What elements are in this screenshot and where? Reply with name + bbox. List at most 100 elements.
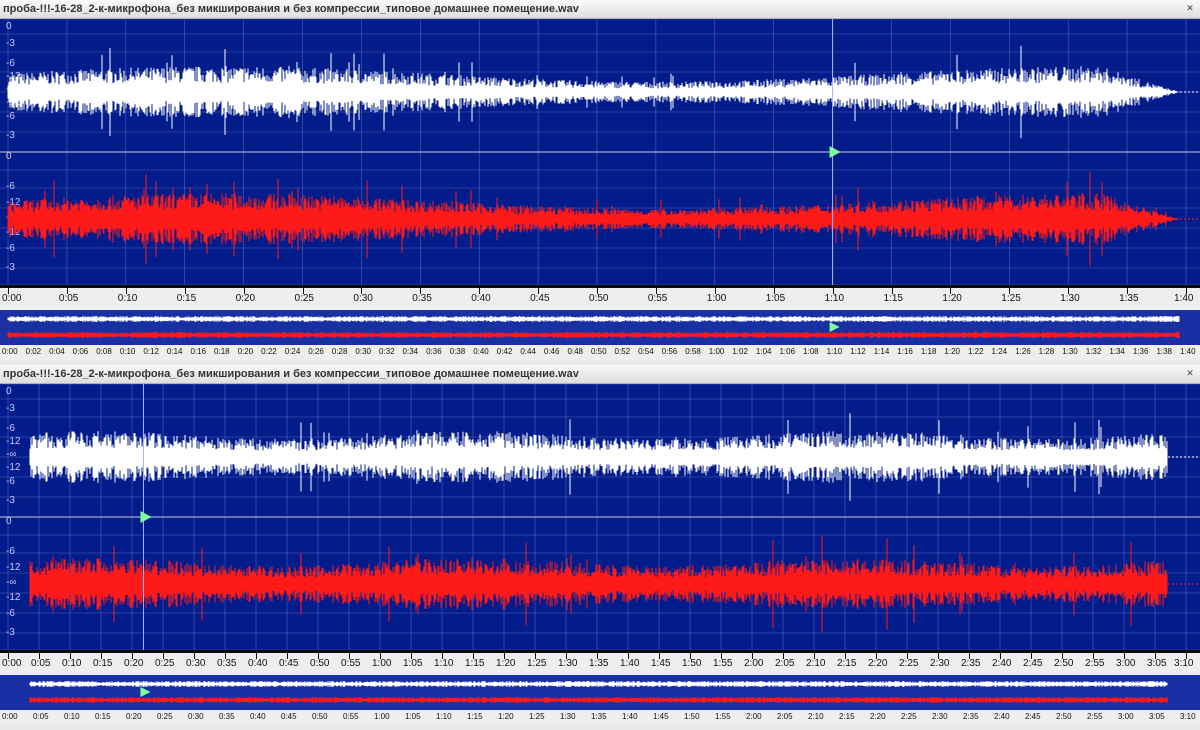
- overview-tick-label: 1:32: [1085, 347, 1102, 356]
- overview-tick-label: 0:24: [284, 347, 301, 356]
- overview-strip[interactable]: [0, 310, 1200, 345]
- overview-tick-label: 0:40: [473, 347, 489, 356]
- db-label: -6: [6, 608, 15, 619]
- db-label: -∞: [6, 577, 16, 588]
- overview-tick-label: 0:04: [49, 347, 65, 356]
- ruler-tick-label: 0:15: [93, 658, 113, 669]
- overview-tick-label: 0:10: [119, 347, 136, 356]
- ruler-tick-label: 1:55: [713, 658, 733, 669]
- db-label: -12: [6, 436, 21, 447]
- overview-tick-label: 0:16: [190, 347, 207, 356]
- overview-tick-label: 1:45: [653, 712, 669, 721]
- db-label: -6: [6, 546, 15, 557]
- db-label: -12: [6, 562, 21, 573]
- waveform-panel-2: проба-!!!-16-28_2-к-микрофона_без микшир…: [0, 365, 1200, 730]
- overview-tick-label: 1:15: [467, 712, 483, 721]
- overview-tick-label: 0:28: [331, 347, 348, 356]
- overview-right-waveform: [29, 697, 1168, 703]
- db-label: 0: [6, 386, 12, 397]
- overview-tick-label: 0:32: [378, 347, 395, 356]
- overview-tick-label: 0:48: [567, 347, 584, 356]
- overview-tick-label: 1:20: [498, 712, 514, 721]
- overview-canvas[interactable]: [0, 310, 1200, 345]
- overview-tick-label: 1:06: [779, 347, 796, 356]
- overview-tick-label: 1:00: [708, 347, 725, 356]
- overview-tick-label: 0:15: [95, 712, 111, 721]
- left-channel-waveform: [29, 413, 1168, 501]
- overview-tick-label: 0:35: [219, 712, 235, 721]
- overview-tick-label: 1:10: [436, 712, 452, 721]
- ruler-tick-label: 1:50: [682, 658, 702, 669]
- waveform-view[interactable]: 0 -3 -6 -12 -∞ -12 -6 -3 0 -6 -12 -∞ -12 -6 -3: [0, 384, 1200, 650]
- file-title: проба-!!!-16-28_2-к-микрофона_без микшир…: [3, 368, 579, 380]
- ruler-tick-label: 0:20: [124, 658, 144, 669]
- db-label: -3: [6, 130, 15, 141]
- overview-tick-label: 0:56: [661, 347, 678, 356]
- ruler-tick-label: 1:35: [1119, 293, 1139, 304]
- overview-tick-label: 0:25: [157, 712, 173, 721]
- waveform-view[interactable]: 0 -3 -6 -12 -∞ -12 -6 -3 0 -6 -12 -∞ -12 -6 -3: [0, 19, 1200, 285]
- overview-playhead-icon: [829, 322, 840, 332]
- close-icon[interactable]: ✕: [1184, 368, 1196, 379]
- overview-tick-label: 0:52: [614, 347, 631, 356]
- ruler-tick-label: 1:25: [1001, 293, 1021, 304]
- db-label: 0: [6, 516, 12, 527]
- ruler-tick-label: 0:10: [117, 293, 138, 304]
- ruler-tick-label: 0:40: [471, 293, 491, 304]
- overview-tick-label: 2:50: [1056, 712, 1072, 721]
- overview-tick-label: 2:55: [1087, 712, 1103, 721]
- time-ruler[interactable]: 0:00 0:05 0:10 0:15 0:20 0:25 0:30 0:35 0:40 0:45…: [0, 653, 1200, 675]
- ruler-tick-label: 3:10: [1174, 658, 1194, 669]
- overview-tick-label: 3:00: [1118, 712, 1134, 721]
- overview-tick-label: 0:26: [308, 347, 324, 356]
- overview-tick-label: 2:05: [777, 712, 793, 721]
- overview-ruler: 0:00 0:02 0:04 0:06 0:08 0:10 0:12 0:14 0:16 0:18…: [0, 345, 1200, 360]
- overview-tick-label: 0:54: [638, 347, 654, 356]
- ruler-tick-label: 1:40: [620, 658, 640, 669]
- overview-tick-label: 1:18: [920, 347, 937, 356]
- overview-tick-label: 0:55: [343, 712, 359, 721]
- overview-strip[interactable]: [0, 675, 1200, 710]
- ruler-tick-label: 0:30: [186, 658, 206, 669]
- overview-tick-label: 1:50: [684, 712, 700, 721]
- panel-title-bar: проба-!!!-16-28_2-к-микрофона_без микшир…: [0, 365, 1200, 384]
- ruler-tick-label: 1:00: [372, 658, 392, 669]
- ruler-tick-label: 0:55: [647, 293, 668, 304]
- overview-tick-label: 2:30: [932, 712, 948, 721]
- overview-tick-label: 0:50: [591, 347, 607, 356]
- ruler-tick-label: 1:10: [824, 293, 845, 304]
- ruler-tick-label: 0:40: [248, 658, 268, 669]
- overview-tick-label: 0:12: [143, 347, 159, 356]
- overview-tick-label: 0:45: [281, 712, 297, 721]
- panel-title-bar: проба-!!!-16-28_2-к-микрофона_без микшир…: [0, 0, 1200, 19]
- ruler-tick-label: 0:35: [412, 293, 432, 304]
- ruler-tick-label: 0:35: [217, 658, 237, 669]
- time-ruler[interactable]: 0:00 0:05 0:10 0:15 0:20 0:25 0:30 0:35 0:40 0:45…: [0, 288, 1200, 310]
- overview-tick-label: 1:22: [967, 347, 984, 356]
- overview-tick-label: 1:55: [715, 712, 731, 721]
- overview-tick-label: 0:20: [237, 347, 254, 356]
- overview-left-waveform: [29, 681, 1168, 687]
- db-label: -6: [6, 423, 15, 434]
- ruler-tick-label: 1:05: [403, 658, 423, 669]
- ruler-tick-label: 0:45: [279, 658, 299, 669]
- ruler-tick-label: 0:25: [294, 293, 314, 304]
- db-label: -3: [6, 403, 15, 414]
- right-channel-waveform: [29, 535, 1168, 633]
- overview-left-waveform: [7, 316, 1180, 322]
- ruler-tick-label: 0:10: [62, 658, 82, 669]
- overview-canvas[interactable]: [0, 675, 1200, 710]
- overview-tick-label: 0:30: [188, 712, 204, 721]
- close-icon[interactable]: ✕: [1184, 3, 1196, 14]
- ruler-tick-label: 0:05: [58, 293, 79, 304]
- overview-tick-label: 1:34: [1109, 347, 1125, 356]
- ruler-tick-label: 1:40: [1174, 293, 1194, 304]
- waveform-canvas[interactable]: 0-3-6-12-∞-12-6-30-6-12-∞-12-6-3: [0, 384, 1200, 650]
- ruler-tick-label: 1:25: [527, 658, 547, 669]
- ruler-tick-label: 2:25: [899, 658, 919, 669]
- db-label: 0: [6, 151, 12, 162]
- waveform-canvas[interactable]: 0-3-6-12-∞-12-6-30-6-12-∞-12-6-3: [0, 19, 1200, 285]
- overview-tick-label: 2:15: [839, 712, 855, 721]
- overview-tick-label: 1:30: [560, 712, 576, 721]
- ruler-tick-label: 2:45: [1023, 658, 1043, 669]
